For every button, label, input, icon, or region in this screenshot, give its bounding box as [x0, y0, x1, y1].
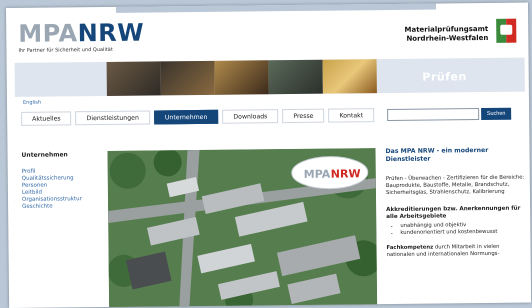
banner-word: Prüfen	[422, 70, 467, 84]
main-nav: Aktuelles Dienstleistungen Unternehmen D…	[21, 108, 375, 126]
logo-subtitle: Ihr Partner für Sicherheit und Qualität	[18, 46, 113, 54]
aerial-photo-illustration: MPA NRW	[107, 148, 378, 308]
tab-unternehmen[interactable]: Unternehmen	[153, 109, 219, 125]
sidebar-item-geschichte[interactable]: Geschichte	[22, 203, 102, 211]
panel-title: Das MPA NRW - ein moderner Dienstleister	[385, 146, 489, 164]
org-name: Materialprüfungsamt Nordrhein-Westfalen	[404, 25, 488, 44]
search-input[interactable]	[387, 108, 480, 122]
search-button[interactable]: Suchen	[481, 107, 512, 121]
language-link[interactable]: English	[23, 100, 41, 106]
banner: Prüfen	[14, 57, 525, 97]
list-item: kundenorientiert und kostenbewusst	[400, 229, 526, 237]
expertise-lead: Fachkompetenz	[386, 244, 434, 252]
header: MPANRW Ihr Partner für Sicherheit und Qu…	[6, 3, 529, 60]
panel-paragraph: Prüfen - Überwachen - Zertifizieren für …	[385, 174, 525, 197]
tab-presse[interactable]: Presse	[282, 108, 325, 124]
right-panel: Das MPA NRW - ein moderner Dienstleister…	[385, 147, 526, 259]
sidebar-heading: Unternehmen	[21, 151, 68, 159]
accreditation-heading: Akkreditierungen bzw. Anerkennungen für …	[386, 205, 521, 221]
tab-dienstleistungen[interactable]: Dienstleistungen	[75, 110, 150, 126]
badge-mpa-text: MPA	[304, 168, 331, 181]
accreditation-list: unabhängig und objektiv kundenorientiert…	[386, 222, 526, 237]
nrw-crest-icon	[496, 18, 517, 43]
tab-kontakt[interactable]: Kontakt	[328, 108, 375, 123]
sidebar: Unternehmen Profil Qualitätssicherung Pe…	[22, 151, 103, 211]
tab-downloads[interactable]: Downloads	[222, 109, 279, 124]
expertise-paragraph: Fachkompetenz durch Mitarbeit in vielen …	[387, 244, 527, 259]
tab-aktuelles[interactable]: Aktuelles	[21, 111, 72, 126]
logo-mpa: MPA	[18, 19, 78, 48]
aerial-photo: MPA NRW	[107, 148, 378, 308]
page: MPANRW Ihr Partner für Sicherheit und Qu…	[6, 2, 532, 308]
logo-nrw: NRW	[77, 18, 145, 48]
org-name-line2: Nordrhein-Westfalen	[406, 33, 489, 43]
logo[interactable]: MPANRW	[18, 18, 145, 48]
badge-nrw-text: NRW	[331, 167, 361, 180]
banner-photos	[106, 59, 377, 96]
